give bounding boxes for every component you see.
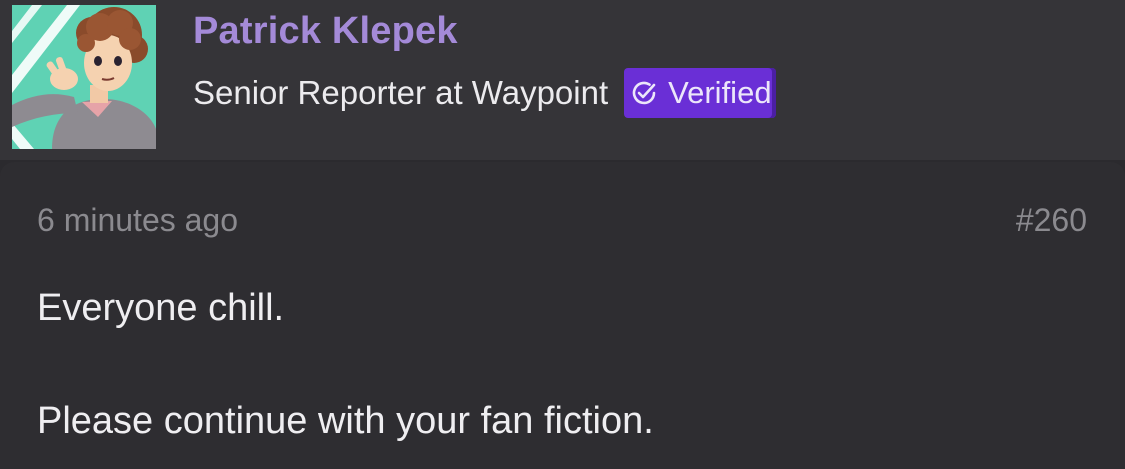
- post-view: Patrick Klepek Senior Reporter at Waypoi…: [0, 0, 1125, 469]
- author-avatar[interactable]: [12, 5, 156, 149]
- author-meta: Senior Reporter at Waypoint Verified: [193, 68, 776, 118]
- verified-badge: Verified: [624, 68, 776, 118]
- post-number[interactable]: #260: [1016, 202, 1087, 239]
- post-body: Everyone chill. Please continue with you…: [37, 285, 654, 444]
- check-circle-icon: [630, 79, 658, 107]
- post-card: 6 minutes ago #260 Everyone chill. Pleas…: [0, 162, 1125, 469]
- post-paragraph: Please continue with your fan fiction.: [37, 400, 654, 442]
- post-paragraph: Everyone chill.: [37, 287, 285, 329]
- author-header: Patrick Klepek Senior Reporter at Waypoi…: [0, 0, 1125, 160]
- post-timestamp[interactable]: 6 minutes ago: [37, 202, 238, 239]
- author-name[interactable]: Patrick Klepek: [193, 10, 458, 53]
- author-role: Senior Reporter at Waypoint: [193, 74, 609, 111]
- verified-label: Verified: [668, 75, 772, 110]
- avatar-illustration: [12, 5, 156, 149]
